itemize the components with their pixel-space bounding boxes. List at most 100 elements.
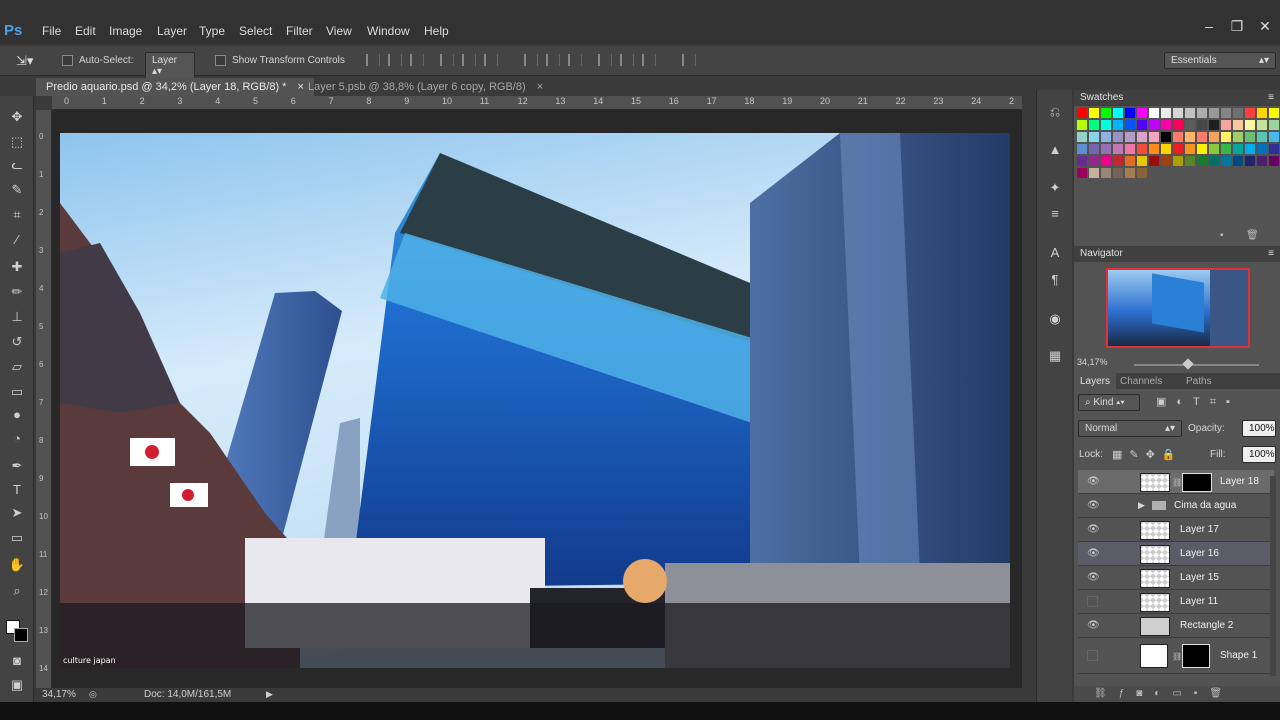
auto-select-target-dropdown[interactable]: Layer ▴▾	[145, 52, 195, 80]
color-swatch[interactable]	[1101, 132, 1111, 142]
layer-row-layer-11[interactable]: Layer 11	[1078, 590, 1274, 614]
color-swatch[interactable]	[1149, 156, 1159, 166]
color-swatch[interactable]	[1173, 132, 1183, 142]
navigator-zoom[interactable]: 34,17%	[1077, 357, 1108, 367]
tab-predio-aquario[interactable]: Predio aquario.psd @ 34,2% (Layer 18, RG…	[36, 78, 314, 96]
adjustments-icon[interactable]: ▦	[1046, 348, 1064, 366]
layer-mask-thumbnail[interactable]	[1182, 473, 1212, 492]
dodge-icon[interactable]: ◔	[8, 430, 26, 448]
lasso-icon[interactable]: ᓚ	[8, 156, 26, 174]
color-swatch[interactable]	[1209, 144, 1219, 154]
paragraph-icon[interactable]: ¶	[1046, 272, 1064, 290]
align-hcenter-icon[interactable]	[462, 54, 476, 66]
color-swatch[interactable]	[1209, 108, 1219, 118]
color-swatch[interactable]	[1197, 144, 1207, 154]
rectangle-tool-icon[interactable]: ▭	[8, 529, 26, 547]
color-swatch[interactable]	[1077, 168, 1087, 178]
document-image[interactable]: culture japan	[60, 133, 1010, 668]
show-transform-checkbox[interactable]	[215, 54, 226, 66]
layer-row-cima-da-agua[interactable]: 👁 ▶ Cima da agua	[1078, 494, 1274, 518]
color-swatch[interactable]	[1209, 120, 1219, 130]
color-swatch[interactable]	[1269, 108, 1279, 118]
color-swatch[interactable]	[1221, 120, 1231, 130]
delete-swatch-icon[interactable]: 🗑	[1246, 230, 1259, 241]
menu-edit[interactable]: Edit	[75, 24, 96, 38]
color-swatch[interactable]	[1101, 120, 1111, 130]
histogram-icon[interactable]: ▲	[1046, 142, 1064, 160]
distribute-hcenter-icon[interactable]	[620, 54, 634, 66]
color-swatch[interactable]	[1257, 108, 1267, 118]
tab-layers[interactable]: Layers	[1074, 373, 1117, 389]
crop-icon[interactable]: ⌗	[8, 206, 26, 224]
color-swatch[interactable]	[1149, 132, 1159, 142]
quick-select-icon[interactable]: ✎	[8, 181, 26, 199]
color-swatch[interactable]	[1197, 156, 1207, 166]
color-swatch[interactable]	[1161, 156, 1171, 166]
color-swatch[interactable]	[1197, 108, 1207, 118]
move-tool-icon[interactable]: ⇲▾	[16, 53, 33, 69]
opacity-input[interactable]: 100%	[1242, 420, 1276, 437]
visibility-toggle-off[interactable]	[1087, 596, 1098, 607]
color-swatch[interactable]	[1077, 108, 1087, 118]
align-left-icon[interactable]	[440, 54, 454, 66]
minimize-icon[interactable]: –	[1200, 18, 1218, 34]
color-swatch[interactable]	[1161, 108, 1171, 118]
color-swatch[interactable]	[1269, 120, 1279, 130]
color-swatch[interactable]	[1161, 132, 1171, 142]
color-swatch[interactable]	[1173, 120, 1183, 130]
layer-filter-icons[interactable]: ▣◐T⌗▪	[1156, 395, 1240, 409]
layer-row-layer-18[interactable]: 👁 ⛓ Layer 18	[1078, 470, 1274, 494]
path-select-icon[interactable]: ➤	[8, 504, 26, 522]
quick-mask-icon[interactable]: ◙	[8, 652, 26, 670]
distribute-vcenter-icon[interactable]	[546, 54, 560, 66]
zoom-icon[interactable]: ⌕	[8, 582, 26, 600]
color-swatch[interactable]	[1245, 144, 1255, 154]
layer-row-layer-15[interactable]: 👁 Layer 15	[1078, 566, 1274, 590]
distribute-top-icon[interactable]	[524, 54, 538, 66]
navigator-slider-handle[interactable]	[1182, 358, 1194, 370]
color-swatch[interactable]	[1209, 156, 1219, 166]
blur-icon[interactable]: ●	[8, 406, 26, 424]
hand-icon[interactable]: ✋	[8, 556, 26, 574]
color-swatch[interactable]	[1185, 156, 1195, 166]
menu-image[interactable]: Image	[109, 24, 142, 38]
restore-icon[interactable]: ❐	[1228, 18, 1246, 34]
healing-brush-icon[interactable]: ✚	[8, 258, 26, 276]
color-swatch[interactable]	[1137, 120, 1147, 130]
color-swatch[interactable]	[1113, 144, 1123, 154]
layer-row-rectangle-2[interactable]: 👁 Rectangle 2	[1078, 614, 1274, 638]
color-swatch[interactable]	[1197, 120, 1207, 130]
color-swatch[interactable]	[1113, 156, 1123, 166]
color-swatch[interactable]	[1089, 108, 1099, 118]
distribute-left-icon[interactable]	[598, 54, 612, 66]
color-swatch[interactable]	[1245, 132, 1255, 142]
history-brush-icon[interactable]: ↺	[8, 333, 26, 351]
link-icon[interactable]: ⛓	[1172, 652, 1182, 661]
lock-icons[interactable]: ▦✎✥🔒	[1112, 448, 1183, 461]
menu-view[interactable]: View	[326, 24, 352, 38]
navigator-panel-header[interactable]: Navigator ≡	[1074, 246, 1280, 262]
auto-align-icon[interactable]	[682, 54, 696, 66]
color-swatch[interactable]	[1257, 120, 1267, 130]
layer-row-shape-1[interactable]: ⛓ Shape 1	[1078, 638, 1274, 674]
align-bottom-icon[interactable]	[410, 54, 424, 66]
clone-stamp-icon[interactable]: ⊥	[8, 308, 26, 326]
color-swatch[interactable]	[1101, 108, 1111, 118]
fill-input[interactable]: 100%	[1242, 446, 1276, 463]
color-swatch[interactable]	[1113, 108, 1123, 118]
color-swatch[interactable]	[1221, 108, 1231, 118]
color-swatch[interactable]	[1137, 108, 1147, 118]
menu-type[interactable]: Type	[199, 24, 225, 38]
color-swatch[interactable]	[1161, 120, 1171, 130]
kind-filter-dropdown[interactable]: ⌕ Kind ▴▾	[1078, 394, 1140, 411]
color-swatch[interactable]	[1125, 132, 1135, 142]
color-swatch[interactable]	[1269, 132, 1279, 142]
color-swatch[interactable]	[1101, 156, 1111, 166]
tool-presets-icon[interactable]: ≡	[1046, 206, 1064, 224]
color-swatch[interactable]	[1101, 168, 1111, 178]
color-swatch[interactable]	[1185, 132, 1195, 142]
new-swatch-icon[interactable]: ▪	[1220, 230, 1224, 241]
color-swatch[interactable]	[1173, 156, 1183, 166]
color-swatch[interactable]	[1233, 132, 1243, 142]
color-swatch[interactable]	[1185, 108, 1195, 118]
